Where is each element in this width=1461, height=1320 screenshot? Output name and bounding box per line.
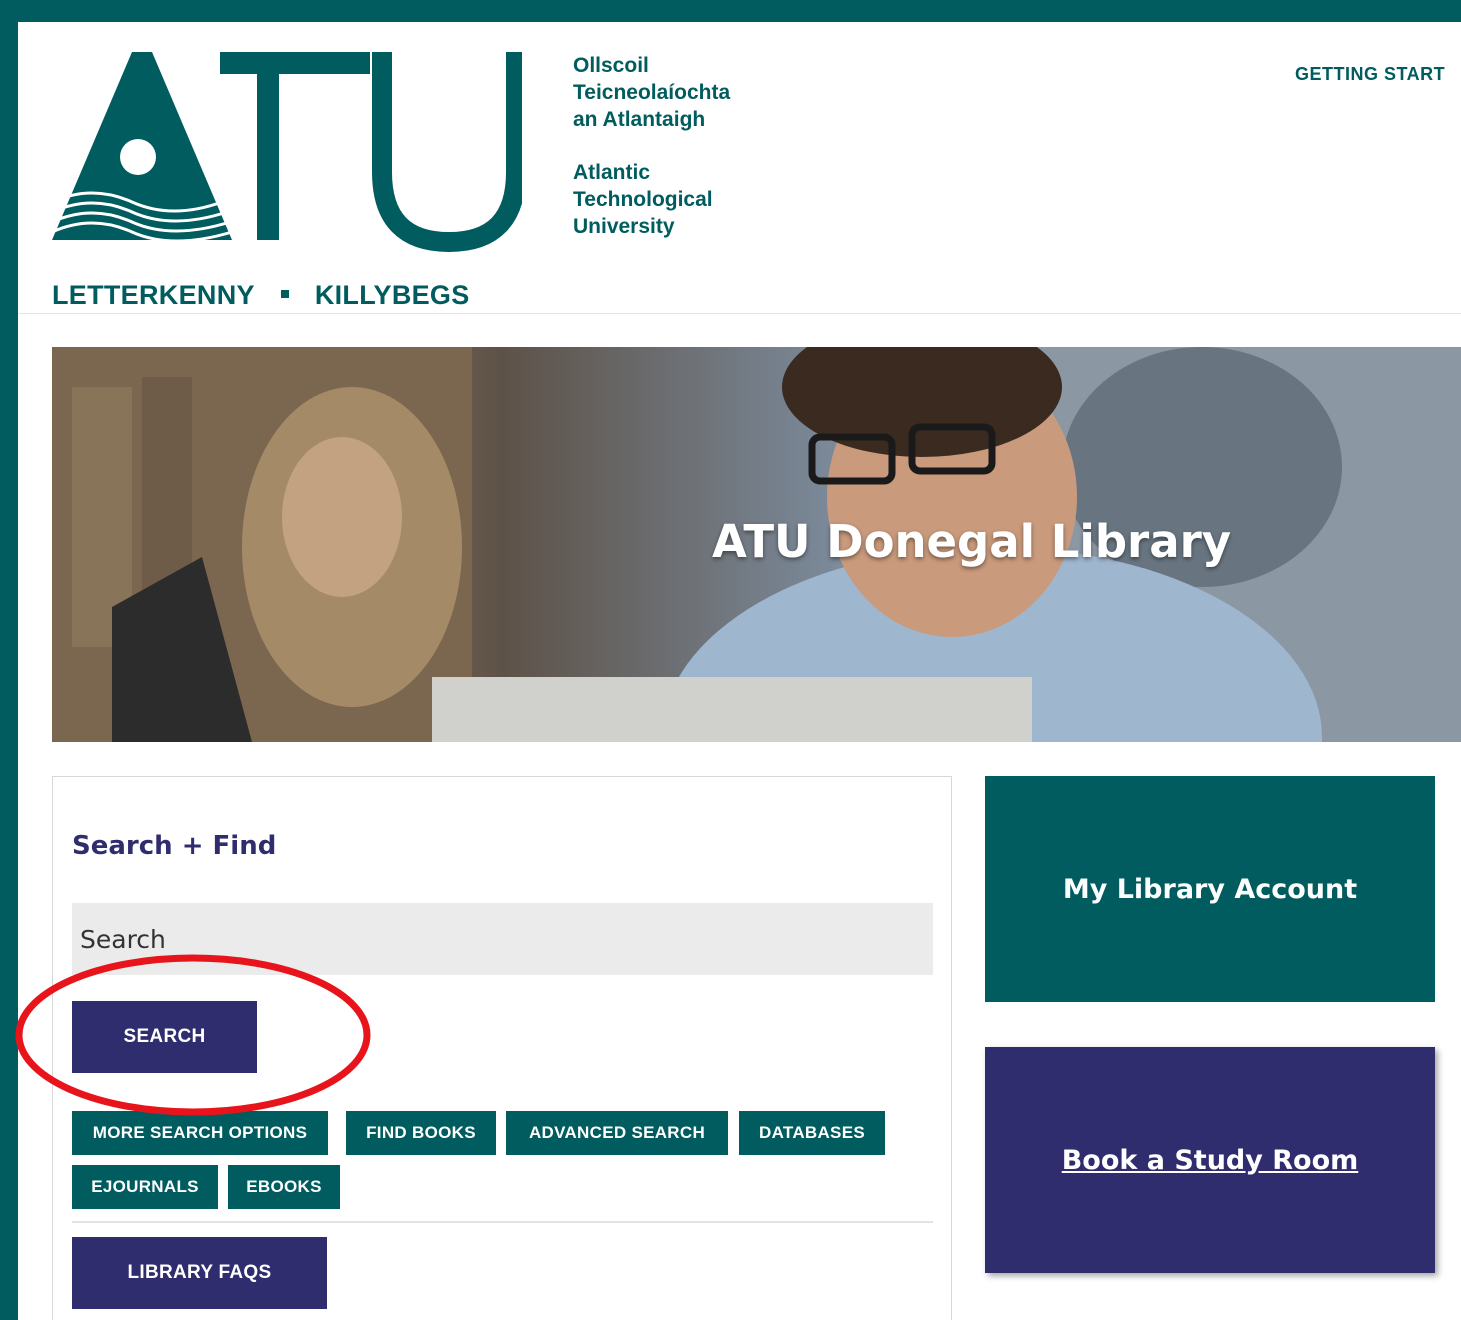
library-page: Ollscoil Teicneolaíochta an Atlantaigh A… — [18, 22, 1461, 1320]
english-name-line: Technological — [573, 188, 713, 211]
header-divider — [18, 313, 1461, 314]
ejournals-button[interactable]: EJOURNALS — [72, 1165, 218, 1209]
hero-title: ATU Donegal Library — [712, 515, 1232, 568]
campus-letterkenny: LETTERKENNY — [52, 280, 255, 310]
advanced-search-button[interactable]: ADVANCED SEARCH — [506, 1111, 728, 1155]
panel-divider — [72, 1221, 933, 1223]
book-study-room-tile[interactable]: Book a Study Room — [985, 1047, 1435, 1273]
search-button[interactable]: SEARCH — [72, 1001, 257, 1073]
university-name-irish: Ollscoil Teicneolaíochta an Atlantaigh — [573, 52, 730, 133]
irish-name-line: Teicneolaíochta — [573, 81, 731, 104]
atu-logo[interactable] — [52, 52, 522, 252]
university-name-english: Atlantic Technological University — [573, 159, 713, 240]
english-name-line: Atlantic — [573, 161, 651, 184]
nav-getting-started[interactable]: GETTING START — [1295, 64, 1445, 85]
irish-name-line: an Atlantaigh — [573, 108, 706, 131]
search-find-panel: Search + Find SEARCH MORE SEARCH OPTIONS… — [52, 776, 952, 1320]
hero-banner: ATU Donegal Library — [52, 347, 1461, 742]
library-faqs-button[interactable]: LIBRARY FAQS — [72, 1237, 327, 1309]
find-books-button[interactable]: FIND BOOKS — [346, 1111, 496, 1155]
irish-name-line: Ollscoil — [573, 54, 649, 77]
panel-title: Search + Find — [72, 831, 277, 861]
databases-button[interactable]: DATABASES — [739, 1111, 885, 1155]
more-search-options-button[interactable]: MORE SEARCH OPTIONS — [72, 1111, 328, 1155]
my-library-account-tile[interactable]: My Library Account — [985, 776, 1435, 1002]
ebooks-button[interactable]: EBOOKS — [228, 1165, 340, 1209]
english-name-line: University — [573, 215, 675, 238]
separator-dot — [280, 290, 289, 299]
campus-killybegs: KILLYBEGS — [314, 280, 470, 310]
campus-list: LETTERKENNY KILLYBEGS — [52, 280, 470, 311]
search-input[interactable] — [72, 903, 933, 975]
